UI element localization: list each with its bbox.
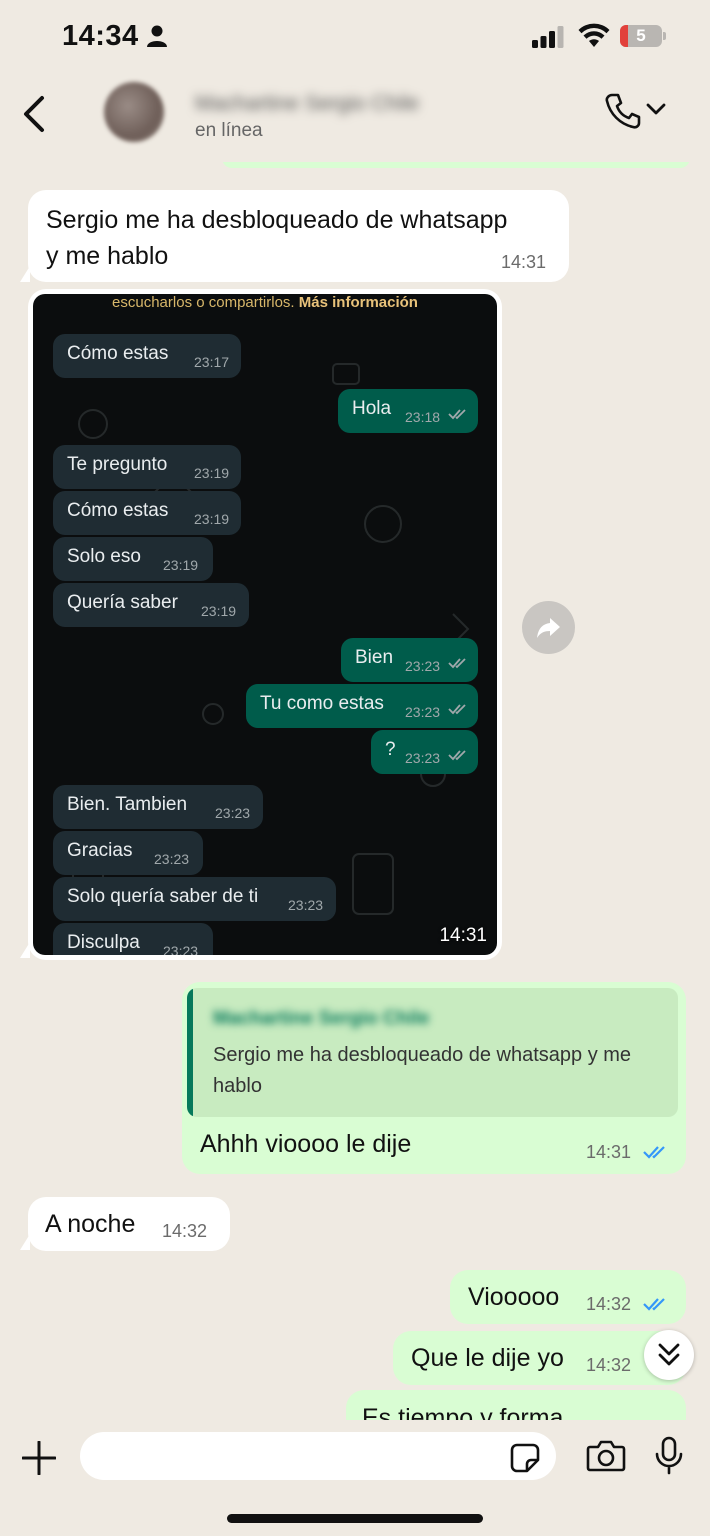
camera-icon[interactable]	[586, 1440, 626, 1472]
forward-icon	[537, 618, 560, 638]
signal-icon	[532, 26, 564, 48]
message-bubble-incoming[interactable]: A noche 14:32	[28, 1197, 230, 1251]
back-icon[interactable]	[20, 94, 50, 134]
screenshot-message-incoming: Quería saber 23:19	[53, 583, 249, 627]
microphone-icon[interactable]	[654, 1436, 684, 1476]
double-check-icon	[448, 750, 466, 761]
avatar[interactable]	[104, 82, 164, 142]
status-bar: 14:34 5	[0, 0, 710, 72]
message-time: 14:32	[586, 1355, 632, 1375]
chevron-down-icon[interactable]	[646, 102, 666, 116]
message-text: A noche	[45, 1210, 136, 1238]
screenshot-message-incoming: Te pregunto 23:19	[53, 445, 241, 489]
screenshot-message-outgoing: Tu como estas 23:23	[246, 684, 478, 728]
contact-name[interactable]: Machartine Sergio Chile	[195, 92, 419, 116]
quoted-text: Sergio me ha desbloqueado de whatsapp y …	[213, 1044, 632, 1097]
scroll-to-bottom-button[interactable]	[644, 1330, 694, 1380]
contact-status: en línea	[195, 120, 263, 141]
chat-screenshot-image[interactable]: escucharlos o compartirlos. Más informac…	[33, 294, 497, 955]
wifi-icon	[578, 23, 610, 47]
message-time: 14:32	[162, 1221, 208, 1241]
screenshot-message-incoming: Bien. Tambien 23:23	[53, 785, 263, 829]
phone-icon[interactable]	[604, 92, 642, 130]
quoted-message[interactable]: Machartine Sergio Chile Sergio me ha des…	[187, 988, 678, 1117]
message-composer	[0, 1420, 710, 1536]
quoted-sender-name: Machartine Sergio Chile	[213, 1008, 430, 1029]
message-text: Que le dije yo	[411, 1344, 564, 1372]
message-input[interactable]	[80, 1432, 556, 1480]
person-icon	[147, 25, 167, 47]
image-message-time: 14:31	[439, 925, 487, 946]
message-time: 14:31	[586, 1142, 632, 1162]
screenshot-message-incoming: Cómo estas 23:17	[53, 334, 241, 378]
double-check-icon	[448, 409, 466, 420]
double-check-icon	[448, 704, 466, 715]
encryption-notice: escucharlos o compartirlos. Más informac…	[33, 294, 497, 311]
status-time: 14:34	[62, 20, 139, 52]
encryption-notice-text: escucharlos o compartirlos.	[112, 294, 295, 311]
screenshot-message-incoming: Cómo estas 23:19	[53, 491, 241, 535]
screenshot-message-incoming: Disculpa 23:23	[53, 923, 213, 955]
battery-indicator: 5	[620, 25, 666, 47]
double-check-icon	[448, 658, 466, 669]
double-chevron-down-icon	[658, 1343, 680, 1366]
message-text: Viooooo	[468, 1283, 560, 1311]
message-time: 14:31	[501, 252, 547, 272]
message-text: Sergio me ha desbloqueado de whatsapp y …	[46, 206, 508, 270]
forward-button[interactable]	[522, 601, 575, 654]
message-bubble-incoming[interactable]: Sergio me ha desbloqueado de whatsapp y …	[28, 190, 569, 282]
sticker-icon[interactable]	[510, 1443, 540, 1473]
message-bubble-outgoing[interactable]: Que le dije yo 14:32	[393, 1331, 686, 1385]
screenshot-message-incoming: Solo quería saber de ti 23:23	[53, 877, 336, 921]
screenshot-message-incoming: Solo eso 23:19	[53, 537, 213, 581]
double-check-icon	[643, 1298, 665, 1311]
chat-header: Machartine Sergio Chile en línea	[0, 72, 710, 162]
plus-icon[interactable]	[22, 1441, 56, 1475]
double-check-icon	[643, 1146, 665, 1159]
home-indicator[interactable]	[227, 1514, 483, 1523]
screenshot-message-incoming: Gracias 23:23	[53, 831, 203, 875]
battery-level: 5	[636, 26, 646, 45]
message-time: 14:32	[586, 1294, 632, 1314]
message-bubble-outgoing[interactable]: Viooooo 14:32	[450, 1270, 686, 1324]
message-text: Ahhh vioooo le dije	[200, 1130, 412, 1158]
more-info-link[interactable]: Más información	[299, 294, 418, 311]
